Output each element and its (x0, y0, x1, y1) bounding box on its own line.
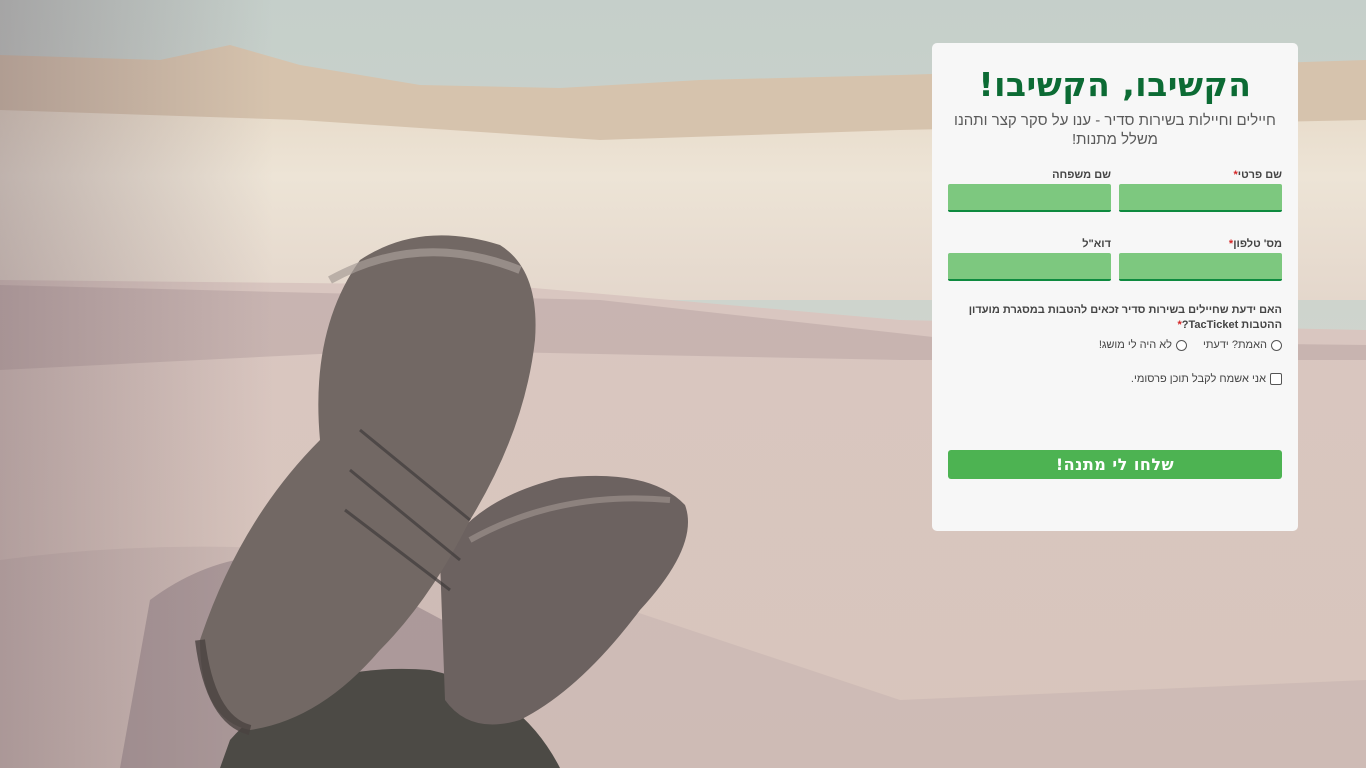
email-group: דוא"ל (948, 236, 1111, 281)
survey-form-card: הקשיבו, הקשיבו! חיילים וחיילות בשירות סד… (932, 43, 1298, 531)
consent-label: אני אשמח לקבל תוכן פרסומי. (1130, 373, 1266, 385)
phone-input[interactable] (1119, 253, 1282, 281)
submit-button[interactable]: שלחו לי מתנה! (948, 450, 1282, 479)
first-name-label: שם פרטי* (1233, 169, 1282, 181)
radio-button[interactable] (1175, 339, 1187, 351)
name-row: שם פרטי* שם משפחה (948, 167, 1282, 212)
survey-question: האם ידעת שחיילים בשירות סדיר זכאים להטבו… (968, 304, 1282, 331)
consent-checkbox[interactable] (1270, 373, 1282, 385)
first-name-group: שם פרטי* (1119, 167, 1282, 212)
last-name-label: שם משפחה (1052, 169, 1111, 181)
page-subtitle: חיילים וחיילות בשירות סדיר - ענו על סקר … (954, 112, 1276, 148)
answer-option-no-idea[interactable]: לא היה לי מושג! (1099, 339, 1187, 351)
page-title: הקשיבו, הקשיבו! (978, 65, 1252, 104)
phone-group: מס' טלפון* (1119, 236, 1282, 281)
first-name-input[interactable] (1119, 184, 1282, 212)
last-name-group: שם משפחה (948, 167, 1111, 212)
phone-label: מס' טלפון* (1228, 238, 1282, 250)
contact-row: מס' טלפון* דוא"ל (948, 236, 1282, 281)
email-input[interactable] (948, 253, 1111, 281)
answer-option-knew[interactable]: האמת? ידעתי (1203, 339, 1282, 351)
answer-radio-group: האמת? ידעתי לא היה לי מושג! (948, 339, 1282, 351)
email-label: דוא"ל (1082, 238, 1111, 250)
marketing-consent[interactable]: אני אשמח לקבל תוכן פרסומי. (948, 373, 1282, 385)
answer-option-label: האמת? ידעתי (1202, 339, 1267, 351)
radio-button[interactable] (1271, 339, 1282, 351)
last-name-input[interactable] (948, 184, 1111, 212)
answer-option-label: לא היה לי מושג! (1098, 339, 1172, 351)
